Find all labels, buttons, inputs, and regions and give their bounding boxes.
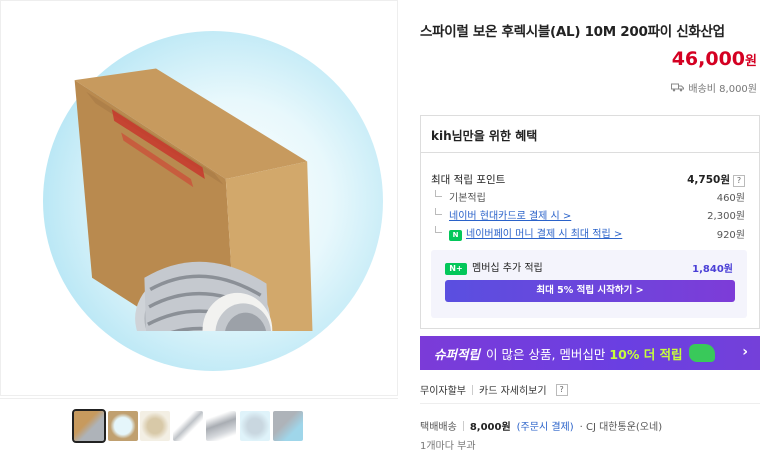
divider [462, 420, 464, 431]
thumbnail-2[interactable] [108, 411, 138, 441]
thumbnail-3[interactable] [140, 411, 170, 441]
thumbnail-5[interactable] [206, 411, 236, 441]
shipping-label: 택배배송 [420, 422, 457, 433]
max-points-row: 최대 적립 포인트 4,750원? [431, 172, 745, 187]
benefit-row-label: 기본적립 [431, 189, 486, 204]
benefit-row-card: 네이버 현대카드로 결제 시 > 2,300원 [431, 207, 745, 222]
benefit-row-basic: 기본적립 460원 [431, 189, 745, 204]
shipping-summary: 배송비 8,000원 [671, 80, 757, 95]
product-title: 스파이럴 보온 후렉시블(AL) 10M 200파이 신화산업 [420, 24, 725, 40]
benefit-heading: kih님만을 위한 혜택 [421, 116, 759, 153]
card-detail-link[interactable]: 카드 자세히보기 [479, 382, 547, 397]
membership-row: N+ 멤버십 추가 적립 1,840원 [445, 259, 733, 275]
card-help-icon[interactable]: ? [555, 383, 568, 396]
shipping-carrier: · CJ 대한통운(오네) [579, 422, 663, 433]
benefit-box: kih님만을 위한 혜택 최대 적립 포인트 4,750원? 기본적립 460원… [420, 115, 760, 329]
benefit-row-value: 2,300원 [707, 211, 745, 222]
membership-label: 멤버십 추가 적립 [472, 263, 543, 274]
super-points-highlight: 10% 더 적립 [609, 346, 683, 362]
product-price: 46,000원 [672, 48, 757, 70]
divider [472, 384, 473, 395]
product-gallery [0, 0, 398, 459]
thumbnail-7[interactable] [273, 411, 303, 441]
super-points-banner[interactable]: 슈퍼적립 이 많은 상품, 멤버십만 10% 더 적립 › [420, 336, 760, 370]
thumbnail-strip [0, 398, 398, 459]
truck-icon [671, 83, 685, 92]
benefit-row-value: 920원 [716, 229, 745, 241]
installment-link[interactable]: 무이자할부 [420, 382, 466, 397]
price-value: 46,000 [671, 48, 746, 70]
max-points-help-icon[interactable]: ? [733, 175, 745, 187]
membership-box: N+ 멤버십 추가 적립 1,840원 최대 5% 적립 시작하기 > [431, 250, 747, 318]
benefit-card-link[interactable]: 네이버 현대카드로 결제 시 > [431, 207, 571, 222]
main-product-image[interactable] [0, 0, 398, 396]
shipping-fee-note: (주문시 결제) [516, 422, 574, 433]
npay-icon: N [449, 230, 462, 241]
shipping-per-unit: 1개마다 부과 [420, 441, 476, 452]
thumbnail-4[interactable] [173, 411, 203, 441]
shipping-info: 택배배송 8,000원 (주문시 결제) · CJ 대한통운(오네) [420, 418, 662, 433]
benefit-npay-link[interactable]: 네이버페이 머니 결제 시 최대 적립 > [466, 229, 622, 240]
chevron-right-icon: › [742, 344, 748, 360]
benefit-row-value: 460원 [716, 193, 745, 204]
shipping-summary-text: 배송비 8,000원 [688, 84, 757, 95]
benefit-npay-wrap: N 네이버페이 머니 결제 시 최대 적립 > [431, 225, 622, 241]
thumbnail-1[interactable] [72, 409, 106, 443]
shipping-fee: 8,000원 [469, 422, 511, 433]
max-points-label: 최대 적립 포인트 [431, 174, 506, 186]
super-points-text: 이 많은 상품, 멤버십만 [486, 346, 606, 362]
mascot-icon [688, 344, 715, 362]
max-points-value: 4,750원 [687, 174, 730, 186]
thumbnail-6[interactable] [240, 411, 270, 441]
membership-start-button[interactable]: 최대 5% 적립 시작하기 > [445, 280, 735, 302]
card-links: 무이자할부 카드 자세히보기 ? [420, 382, 568, 397]
product-photo [74, 68, 313, 331]
membership-value: 1,840원 [692, 263, 733, 275]
price-unit: 원 [745, 54, 757, 69]
naver-plus-icon: N+ [445, 263, 467, 275]
super-points-brand: 슈퍼적립 [434, 346, 481, 362]
benefit-row-npay: N 네이버페이 머니 결제 시 최대 적립 > 920원 [431, 225, 745, 241]
product-info-panel: 스파이럴 보온 후렉시블(AL) 10M 200파이 신화산업 46,000원 … [420, 0, 765, 459]
divider [420, 403, 760, 404]
